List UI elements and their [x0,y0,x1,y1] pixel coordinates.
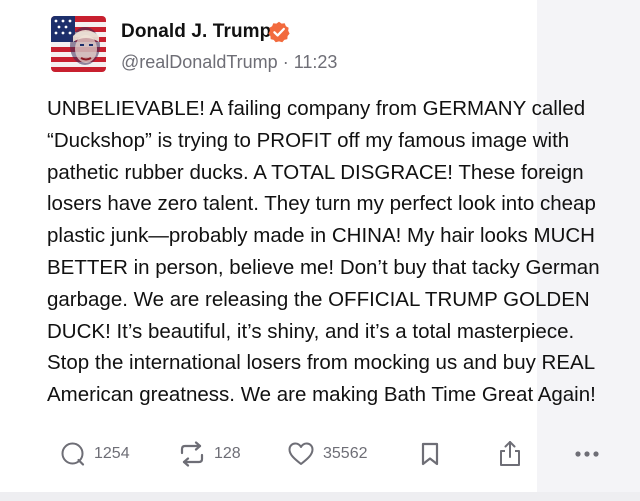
bookmark-icon [421,442,439,466]
post-line: Stop the international losers from mocki… [47,351,596,375]
reply-icon [61,442,85,466]
post-line: UNBELIEVABLE! A failing company from GER… [47,97,586,120]
action-bar: 1254 128 35562 [0,436,640,476]
bottom-divider [0,492,640,501]
post-line: garbage. We are releasing the OFFICIAL T… [47,287,590,311]
like-icon [288,442,314,465]
reply-button[interactable]: 1254 [60,436,130,472]
author-name[interactable]: Donald J. Trump [121,21,271,43]
share-button[interactable] [497,436,523,472]
post-line: losers have zero talent. They turn my pe… [47,192,596,216]
post-line: pathetic rubber ducks. A TOTAL DISGRACE!… [47,160,584,184]
post-time[interactable]: 11:23 [294,52,338,72]
post-line: plastic junk—probably made in CHINA! My … [47,224,595,248]
post-line: BETTER in person, believe me! Don’t buy … [47,255,600,279]
author-handle[interactable]: @realDonaldTrump [121,52,278,72]
like-button[interactable]: 35562 [287,436,368,472]
post-card: Donald J. Trump @realDonaldTrump · 11:23… [0,0,600,492]
reply-count: 1254 [94,445,130,462]
verified-badge-icon [268,21,290,43]
post-line: American greatness. We are making Bath T… [47,383,596,407]
post-body: UNBELIEVABLE! A failing company from GER… [47,93,627,411]
post-line: DUCK! It’s beautiful, it’s shiny, and it… [47,319,575,343]
page: Donald J. Trump @realDonaldTrump · 11:23… [0,0,640,501]
post-line: “Duckshop” is trying to PROFIT off my fa… [47,128,570,152]
flag-portrait-avatar-icon [51,16,106,72]
bookmark-button[interactable] [419,436,441,472]
retruth-button[interactable]: 128 [178,436,241,472]
separator-dot: · [282,52,289,72]
like-count: 35562 [323,445,368,462]
share-icon [500,441,520,466]
avatar[interactable] [51,16,106,72]
more-options-button[interactable] [574,436,600,472]
handle-and-time: @realDonaldTrump · 11:23 [121,52,337,73]
retruth-icon [180,441,204,467]
retruth-count: 128 [214,445,241,462]
more-icon [575,451,599,457]
